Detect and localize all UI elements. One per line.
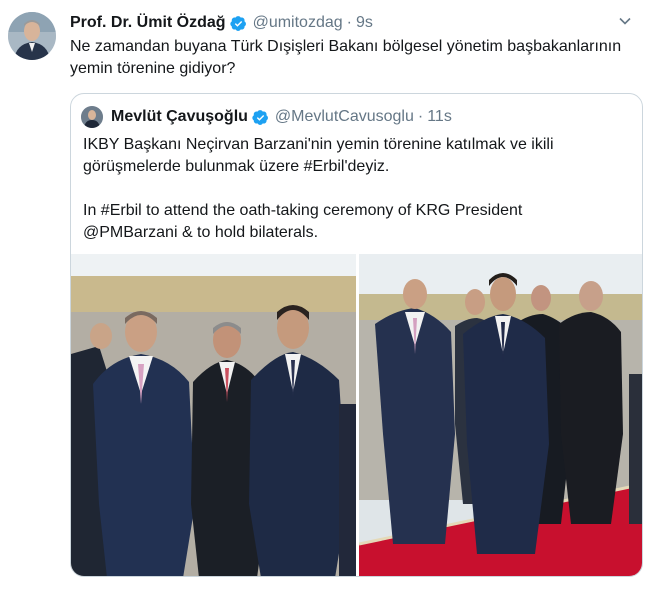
quoted-author-handle[interactable]: @MevlutCavusoglu bbox=[275, 108, 414, 126]
quoted-text-line: IKBY Başkanı Neçirvan Barzani'nin yemin … bbox=[83, 136, 554, 153]
quoted-text-line: In #Erbil to attend the oath-taking cere… bbox=[83, 202, 523, 219]
tweet-header: Prof. Dr. Ümit Özdağ @umitozdag · 9s bbox=[70, 12, 610, 34]
media-photo-1[interactable] bbox=[71, 254, 356, 576]
media-grid bbox=[71, 254, 642, 576]
author-handle[interactable]: @umitozdag bbox=[253, 14, 343, 32]
separator-dot: · bbox=[417, 108, 424, 125]
quoted-tweet-text: IKBY Başkanı Neçirvan Barzani'nin yemin … bbox=[83, 134, 623, 244]
tweet-timestamp[interactable]: 9s bbox=[356, 14, 373, 32]
quoted-paragraph-english: In #Erbil to attend the oath-taking cere… bbox=[83, 200, 623, 244]
quoted-author-avatar bbox=[81, 106, 103, 128]
verified-badge-icon bbox=[229, 15, 247, 32]
quoted-tweet[interactable]: Mevlüt Çavuşoğlu @MevlutCavusoglu · 11s … bbox=[70, 93, 643, 577]
separator-dot: · bbox=[346, 14, 352, 31]
chevron-down-icon[interactable] bbox=[618, 14, 632, 28]
tweet-text: Ne zamandan buyana Türk Dışişleri Bakanı… bbox=[70, 36, 640, 80]
quoted-text-line: @PMBarzani & to hold bilaterals. bbox=[83, 224, 319, 241]
tweet-text-line: yemin törenine gidiyor? bbox=[70, 60, 236, 77]
tweet[interactable]: Prof. Dr. Ümit Özdağ @umitozdag · 9s Ne … bbox=[0, 0, 650, 589]
quoted-paragraph-turkish: IKBY Başkanı Neçirvan Barzani'nin yemin … bbox=[83, 134, 623, 178]
quoted-text-line: görüşmelerde bulunmak üzere #Erbil'deyiz… bbox=[83, 158, 390, 175]
author-avatar[interactable] bbox=[8, 12, 56, 60]
author-name[interactable]: Prof. Dr. Ümit Özdağ bbox=[70, 14, 226, 32]
media-photo-2[interactable] bbox=[359, 254, 642, 576]
quoted-author-name[interactable]: Mevlüt Çavuşoğlu bbox=[111, 108, 248, 126]
verified-badge-icon bbox=[252, 109, 269, 126]
quoted-timestamp[interactable]: 11s bbox=[427, 108, 452, 126]
quoted-tweet-header: Mevlüt Çavuşoğlu @MevlutCavusoglu · 11s bbox=[81, 106, 632, 128]
tweet-text-line: Ne zamandan buyana Türk Dışişleri Bakanı… bbox=[70, 38, 622, 55]
